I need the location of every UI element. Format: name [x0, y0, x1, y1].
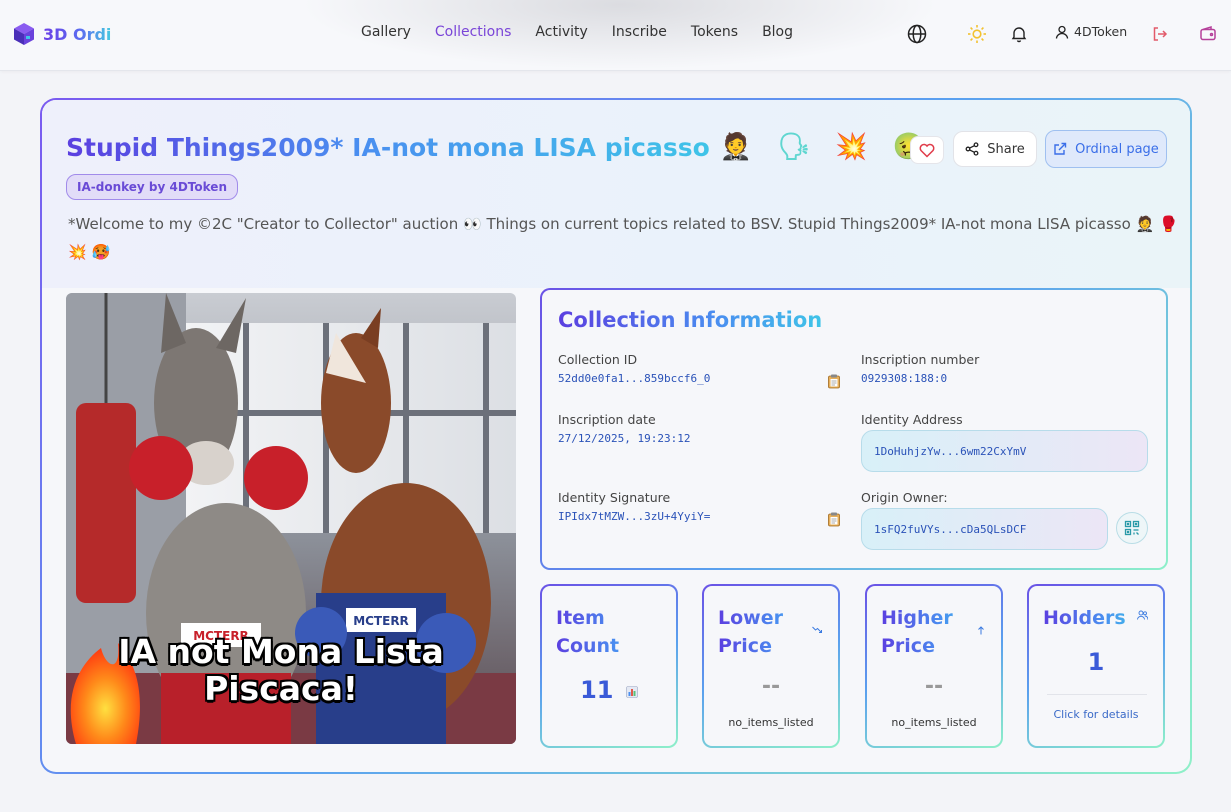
nav-activity[interactable]: Activity	[535, 24, 587, 44]
arrow-up-icon	[978, 626, 984, 635]
globe-icon[interactable]	[906, 23, 928, 45]
logo-text: 3D Ordi	[43, 24, 112, 44]
artwork-caption: IA not Mona Lista Piscaca!	[66, 633, 496, 707]
bell-icon[interactable]	[1008, 23, 1030, 45]
origin-owner-pill[interactable]: 1sFQ2fuVYs...cDa5QLsDCF	[861, 508, 1108, 550]
collection-creator-badge[interactable]: IA-donkey by 4DToken	[66, 174, 238, 200]
inscription-date-value: 27/12/2025, 19:23:12	[558, 432, 691, 445]
qr-code-icon	[1124, 520, 1140, 536]
nav-blog[interactable]: Blog	[762, 24, 793, 44]
collection-information-title: Collection Information	[558, 308, 823, 332]
ordinal-page-button[interactable]: Ordinal page	[1045, 130, 1167, 168]
cube-logo-icon	[14, 23, 34, 45]
collection-title-text: Stupid Things2009* IA-not mona LISA pica…	[66, 132, 710, 162]
origin-owner-label: Origin Owner:	[861, 490, 948, 505]
item-count-value-row: 11	[542, 676, 676, 704]
trunk-label-right: MCTERR	[353, 614, 409, 628]
item-count-value: 11	[580, 676, 614, 704]
nav-collections[interactable]: Collections	[435, 24, 512, 44]
nav-gallery[interactable]: Gallery	[361, 24, 411, 44]
user-name: 4DToken	[1074, 24, 1128, 39]
title-emoji: 🤵 🗣 💥 🤢	[719, 132, 934, 162]
qr-code-button[interactable]	[1116, 512, 1148, 544]
identity-address-pill[interactable]: 1DoHuhjzYw...6wm22CxYmV	[861, 430, 1148, 472]
collection-id-label: Collection ID	[558, 352, 638, 367]
nav-inscribe[interactable]: Inscribe	[612, 24, 667, 44]
higher-price-sub: no_items_listed	[891, 716, 977, 729]
top-navigation-bar: 3D Ordi Gallery Collections Activity Ins…	[0, 0, 1231, 71]
inscription-number-value: 0929308:188:0	[861, 372, 948, 385]
inscription-number-label: Inscription number	[861, 352, 980, 367]
holders-divider	[1047, 694, 1147, 695]
lower-price-value: --	[761, 674, 781, 699]
item-count-card: Item Count 11	[540, 584, 678, 748]
logo[interactable]: 3D Ordi	[12, 22, 111, 46]
holders-title: Holders	[1043, 604, 1143, 632]
collection-description: *Welcome to my ©2C "Creator to Collector…	[68, 215, 1178, 261]
logout-icon[interactable]	[1149, 23, 1171, 45]
clipboard-icon[interactable]	[826, 373, 842, 389]
external-link-icon	[1054, 142, 1067, 155]
share-button[interactable]: Share	[953, 131, 1037, 167]
identity-signature-value[interactable]: IPIdx7tMZW...3zU+4YyiY=	[558, 510, 710, 523]
collection-title: Stupid Things2009* IA-not mona LISA pica…	[66, 132, 933, 162]
holders-value: 1	[1087, 648, 1105, 676]
wallet-icon[interactable]	[1197, 23, 1219, 45]
user-icon	[1055, 25, 1069, 39]
nav-tokens[interactable]: Tokens	[691, 24, 738, 44]
heart-icon	[919, 143, 935, 158]
holders-details-link[interactable]: Click for details	[1029, 708, 1163, 721]
user-menu[interactable]: 4DToken	[1055, 24, 1127, 39]
holders-card[interactable]: Holders 1 Click for details	[1027, 584, 1165, 748]
bar-chart-icon	[626, 686, 638, 698]
collection-card: Stupid Things2009* IA-not mona LISA pica…	[40, 98, 1192, 774]
collection-id-value[interactable]: 52dd0e0fa1...859bccf6_0	[558, 372, 710, 385]
ordinal-page-label: Ordinal page	[1075, 141, 1159, 157]
artwork-caption-line1: IA not Mona Lista	[118, 632, 444, 671]
collection-information-panel: Collection Information Collection ID 52d…	[540, 288, 1168, 570]
sun-icon[interactable]	[966, 23, 988, 45]
item-count-title: Item Count	[556, 604, 656, 660]
inscription-date-label: Inscription date	[558, 412, 656, 427]
higher-price-title: Higher Price	[881, 604, 981, 660]
trend-down-icon	[812, 626, 822, 633]
share-icon	[965, 142, 979, 156]
identity-signature-label: Identity Signature	[558, 490, 671, 505]
lower-price-card: Lower Price -- no_items_listed	[702, 584, 840, 748]
users-icon	[1137, 610, 1148, 620]
lower-price-sub: no_items_listed	[728, 716, 814, 729]
clipboard-icon[interactable]	[826, 511, 842, 527]
collection-header: Stupid Things2009* IA-not mona LISA pica…	[42, 100, 1190, 288]
higher-price-card: Higher Price -- no_items_listed	[865, 584, 1003, 748]
lower-price-title: Lower Price	[718, 604, 818, 660]
main-nav: Gallery Collections Activity Inscribe To…	[361, 24, 817, 44]
favorite-button[interactable]	[910, 136, 944, 164]
higher-price-value: --	[924, 674, 944, 699]
artwork-caption-line2: Piscaca!	[204, 669, 358, 708]
collection-artwork[interactable]: MCTERR MCTERR IA not Mona Lista Piscaca!	[66, 293, 516, 744]
identity-address-label: Identity Address	[861, 412, 963, 427]
share-label: Share	[987, 141, 1025, 157]
